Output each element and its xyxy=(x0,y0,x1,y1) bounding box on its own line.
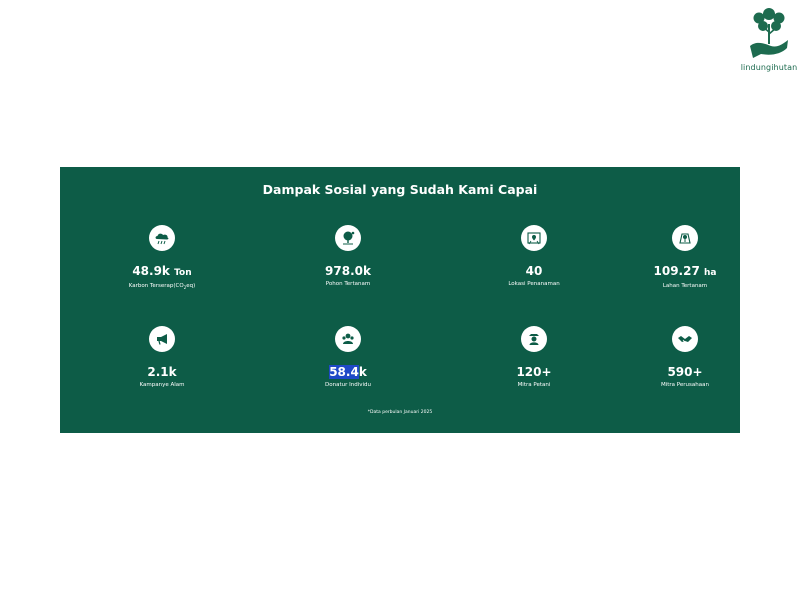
farmer-icon xyxy=(521,326,547,352)
impact-title: Dampak Sosial yang Sudah Kami Capai xyxy=(262,182,538,197)
stat-carbon: 48.9k Ton Karbon Terserap(CO2eq) xyxy=(82,225,242,291)
brand-logo[interactable]: lindungihutan xyxy=(740,4,798,72)
stat-value: 2.1k xyxy=(147,365,177,379)
stat-companies: 590+ Mitra Perusahaan xyxy=(605,326,765,389)
data-note: *Data perbulan Januari 2025 xyxy=(367,410,433,415)
stat-value: 48.9k Ton xyxy=(132,264,192,278)
stat-value: 978.0k xyxy=(325,264,371,278)
stat-value: 590+ xyxy=(667,365,703,379)
stat-locations: 40 Lokasi Penanaman xyxy=(454,225,614,288)
impact-panel: Dampak Sosial yang Sudah Kami Capai 48.9… xyxy=(60,167,740,433)
stat-land: 109.27 ha Lahan Tertanam xyxy=(605,225,765,290)
megaphone-icon xyxy=(149,326,175,352)
land-area-icon xyxy=(672,225,698,251)
cloud-rain-icon xyxy=(149,225,175,251)
stat-label: Karbon Terserap(CO2eq) xyxy=(128,283,196,291)
stat-value: 58.4k xyxy=(329,365,367,379)
stat-donors: 58.4k Donatur Individu xyxy=(268,326,428,389)
stat-value: 40 xyxy=(525,264,543,278)
stat-value: 109.27 ha xyxy=(653,264,717,278)
brand-name: lindungihutan xyxy=(740,63,798,72)
stat-label: Donatur Individu xyxy=(325,382,371,388)
stat-farmers: 120+ Mitra Petani xyxy=(454,326,614,389)
stat-label: Mitra Petani xyxy=(517,382,551,388)
location-map-icon xyxy=(521,225,547,251)
tree-hand-logo-icon xyxy=(750,8,788,58)
stat-label: Lahan Tertanam xyxy=(662,283,708,289)
tree-icon xyxy=(335,225,361,251)
stat-label: Lokasi Penanaman xyxy=(508,281,560,287)
stat-label: Kampanye Alam xyxy=(139,382,185,388)
stat-trees: 978.0k Pohon Tertanam xyxy=(268,225,428,288)
stat-campaigns: 2.1k Kampanye Alam xyxy=(82,326,242,389)
donor-icon xyxy=(335,326,361,352)
selected-text: 58.4 xyxy=(329,365,359,379)
handshake-icon xyxy=(672,326,698,352)
stat-label: Pohon Tertanam xyxy=(325,281,371,287)
stat-value: 120+ xyxy=(516,365,552,379)
stat-label: Mitra Perusahaan xyxy=(660,382,709,388)
